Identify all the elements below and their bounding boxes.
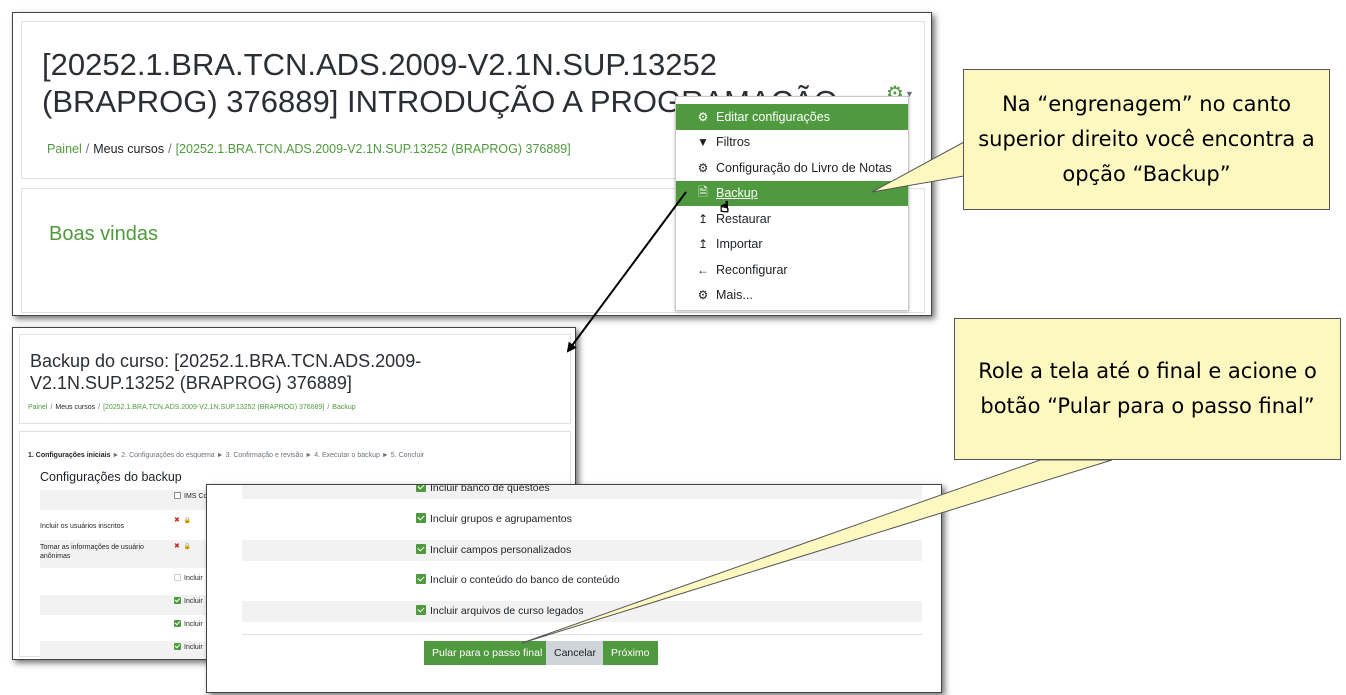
callout-pointer (871, 141, 965, 193)
gear-callout: Na “engrenagem” no canto superior direit… (963, 69, 1330, 210)
callout-pointer (521, 459, 1113, 644)
arrow-pointer (566, 191, 687, 353)
scroll-callout: Role a tela até o final e acione o botão… (954, 318, 1341, 460)
